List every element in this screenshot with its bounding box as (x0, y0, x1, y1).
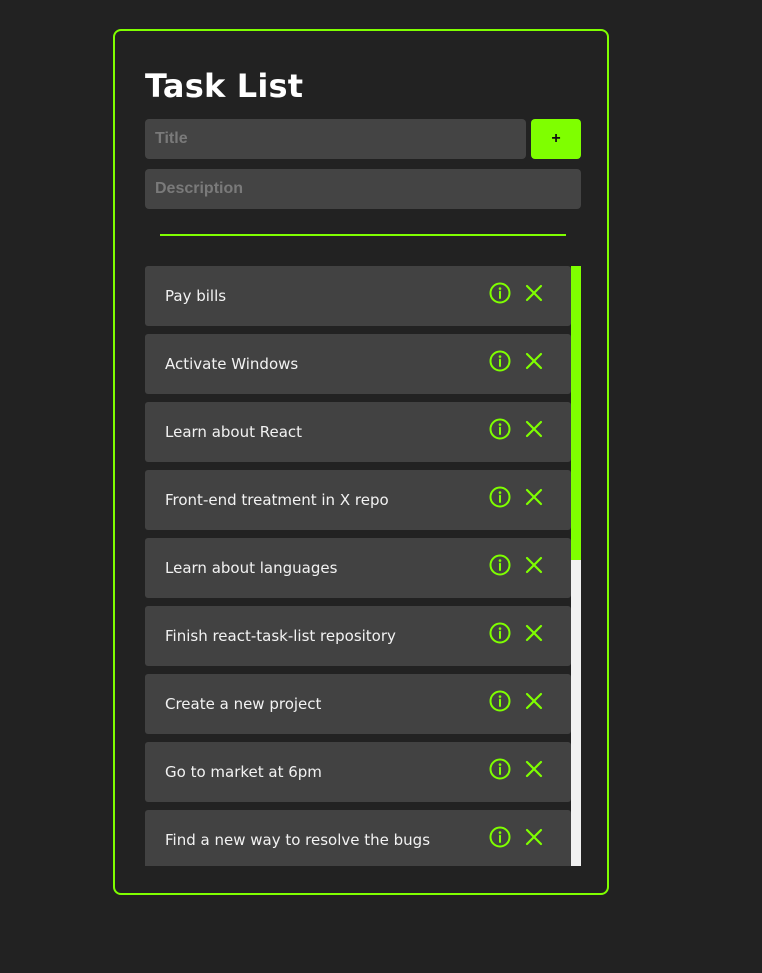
info-icon[interactable] (489, 826, 511, 848)
task-list: Pay bills Activate Windows Learn about R… (145, 266, 571, 866)
task-list-card: Task List + Pay bills Activate Windows (113, 29, 609, 895)
scrollbar[interactable] (571, 266, 581, 866)
close-icon[interactable] (525, 760, 543, 778)
info-icon[interactable] (489, 554, 511, 576)
task-item: Learn about languages (145, 538, 571, 598)
close-icon[interactable] (525, 624, 543, 642)
task-label: Find a new way to resolve the bugs (165, 831, 431, 849)
close-icon[interactable] (525, 692, 543, 710)
add-task-button[interactable]: + (531, 119, 581, 159)
task-item: Pay bills (145, 266, 571, 326)
info-icon[interactable] (489, 690, 511, 712)
info-icon[interactable] (489, 486, 511, 508)
close-icon[interactable] (525, 352, 543, 370)
close-icon[interactable] (525, 828, 543, 846)
page-title: Task List (145, 67, 304, 105)
task-item: Activate Windows (145, 334, 571, 394)
task-label: Pay bills (165, 287, 227, 305)
task-item: Find a new way to resolve the bugs (145, 810, 571, 866)
divider (160, 234, 566, 236)
info-icon[interactable] (489, 758, 511, 780)
info-icon[interactable] (489, 282, 511, 304)
task-list-container[interactable]: Pay bills Activate Windows Learn about R… (145, 266, 581, 866)
close-icon[interactable] (525, 420, 543, 438)
task-label: Go to market at 6pm (165, 763, 322, 781)
info-icon[interactable] (489, 350, 511, 372)
description-input[interactable] (145, 169, 581, 209)
title-input[interactable] (145, 119, 526, 159)
close-icon[interactable] (525, 284, 543, 302)
task-item: Learn about React (145, 402, 571, 462)
task-item: Go to market at 6pm (145, 742, 571, 802)
info-icon[interactable] (489, 622, 511, 644)
task-label: Learn about React (165, 423, 303, 441)
task-item: Front-end treatment in X repo (145, 470, 571, 530)
info-icon[interactable] (489, 418, 511, 440)
scrollbar-thumb[interactable] (571, 266, 581, 560)
close-icon[interactable] (525, 556, 543, 574)
task-label: Finish react-task-list repository (165, 627, 396, 645)
task-label: Front-end treatment in X repo (165, 491, 389, 509)
task-label: Create a new project (165, 695, 322, 713)
task-label: Activate Windows (165, 355, 299, 373)
close-icon[interactable] (525, 488, 543, 506)
task-label: Learn about languages (165, 559, 338, 577)
task-item: Create a new project (145, 674, 571, 734)
task-item: Finish react-task-list repository (145, 606, 571, 666)
